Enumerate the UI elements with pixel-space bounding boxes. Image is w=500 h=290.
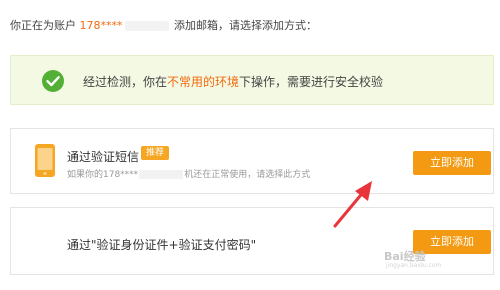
option-sms-description: 如果你的178**** 机还在正常使用，请选择此方式	[67, 167, 310, 180]
phone-icon	[35, 144, 55, 177]
intro-suffix: 添加邮箱，请选择添加方式：	[174, 19, 317, 32]
notice-message: 经过检测，你在不常用的环境下操作，需要进行安全校验	[83, 73, 383, 90]
account-number: 178****	[79, 19, 123, 32]
option-sms-desc-prefix: 如果你的178****	[67, 170, 139, 180]
intro-prefix: 你正在为账户	[10, 19, 76, 32]
masked-phone	[139, 170, 184, 179]
notice-highlight: 不常用的环境	[167, 75, 240, 89]
watermark-url: jingyan.baidu.com	[386, 262, 442, 269]
security-notice: 经过检测，你在不常用的环境下操作，需要进行安全校验	[10, 55, 494, 105]
masked-account	[124, 21, 169, 31]
option-sms-desc-suffix: 机还在正常使用，请选择此方式	[184, 170, 311, 180]
red-arrow-annotation	[333, 181, 372, 228]
add-via-sms-button[interactable]: 立即添加	[413, 151, 491, 175]
option-sms: 通过验证短信 推荐 如果你的178**** 机还在正常使用，请选择此方式 立即添加	[10, 128, 494, 194]
recommend-badge: 推荐	[141, 146, 170, 160]
baidu-jingyan-watermark: Bai经验 jingyan.baidu.com	[384, 248, 441, 269]
notice-after: 下操作，需要进行安全校验	[239, 75, 384, 89]
option-id-password-title: 通过"验证身份证件+验证支付密码"	[67, 238, 257, 252]
intro-text: 你正在为账户 178**** 添加邮箱，请选择添加方式：	[10, 17, 317, 33]
notice-before: 经过检测，你在	[83, 75, 168, 89]
check-circle-icon	[42, 70, 64, 92]
option-sms-title: 通过验证短信	[67, 150, 140, 164]
